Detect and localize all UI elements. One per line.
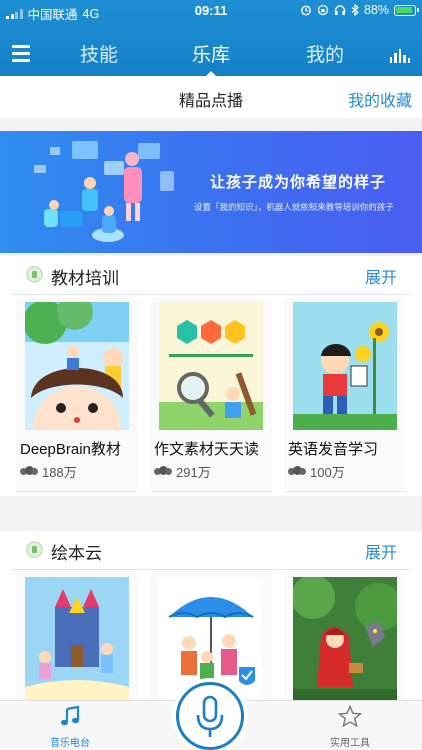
tab-label: 音乐电台 bbox=[50, 738, 90, 749]
section-title: 绘本云 bbox=[51, 544, 102, 563]
section-picture-books: 绘本云 展开 bbox=[0, 531, 422, 750]
my-favorites-link[interactable]: 我的收藏 bbox=[348, 87, 412, 111]
equalizer-icon[interactable] bbox=[389, 49, 410, 63]
tab-tools[interactable]: 实用工具 bbox=[308, 704, 392, 749]
card-divider bbox=[284, 491, 406, 492]
section-title: 教材培训 bbox=[51, 269, 119, 288]
tab-mine[interactable]: 我的 bbox=[306, 40, 344, 67]
album-cover bbox=[293, 577, 397, 705]
play-count: 188万 bbox=[20, 462, 138, 481]
section-icon bbox=[26, 266, 43, 283]
play-count-value: 100万 bbox=[310, 465, 345, 480]
album-card[interactable]: DeepBrain教材 188万 bbox=[16, 302, 138, 492]
album-cover bbox=[25, 302, 129, 430]
rotation-lock-icon bbox=[317, 4, 329, 16]
tab-skills[interactable]: 技能 bbox=[80, 40, 118, 67]
banner-headline: 让孩子成为你希望的样子 bbox=[210, 174, 387, 191]
status-bar: 中国联通 4G 09:11 88% bbox=[0, 0, 422, 22]
expand-link[interactable]: 展开 bbox=[365, 539, 397, 563]
listeners-icon bbox=[154, 466, 172, 477]
music-note-icon bbox=[61, 705, 80, 726]
alarm-icon bbox=[301, 5, 311, 16]
microphone-icon bbox=[196, 695, 224, 737]
album-cover bbox=[159, 302, 263, 430]
section-header: 教材培训 展开 bbox=[0, 256, 422, 294]
divider bbox=[12, 294, 410, 295]
tab-label: 实用工具 bbox=[330, 738, 370, 749]
section-header: 绘本云 展开 bbox=[0, 531, 422, 569]
banner-illustration bbox=[34, 141, 174, 242]
play-count-value: 291万 bbox=[176, 465, 211, 480]
battery-label: 88% bbox=[363, 3, 389, 17]
bluetooth-icon bbox=[351, 4, 359, 16]
album-cover bbox=[25, 577, 129, 705]
play-count-value: 188万 bbox=[42, 465, 77, 480]
album-card[interactable]: 作文素材天天读 291万 bbox=[150, 302, 272, 492]
listeners-icon bbox=[288, 466, 306, 477]
banner-subtitle: 设置「我的知识」，机器人就依照来教导培训你的孩子 bbox=[194, 202, 394, 212]
album-cover bbox=[293, 302, 397, 430]
album-title: 作文素材天天读 bbox=[154, 441, 260, 458]
section-icon bbox=[26, 541, 43, 558]
expand-link[interactable]: 展开 bbox=[365, 264, 397, 288]
play-count: 291万 bbox=[154, 462, 272, 481]
album-card[interactable]: 英语发音学习 100万 bbox=[284, 302, 406, 492]
card-divider bbox=[150, 491, 272, 492]
play-count: 100万 bbox=[288, 462, 406, 481]
headphones-icon bbox=[334, 5, 346, 15]
divider bbox=[12, 569, 410, 570]
battery-icon bbox=[394, 4, 419, 16]
promo-banner[interactable]: 让孩子成为你希望的样子 设置「我的知识」，机器人就依照来教导培训你的孩子 bbox=[0, 131, 422, 253]
main-nav: 技能 乐库 我的 bbox=[0, 34, 422, 72]
album-card[interactable] bbox=[284, 577, 406, 705]
star-icon bbox=[337, 704, 363, 728]
top-header: 中国联通 4G 09:11 88% 技能 乐库 我的 bbox=[0, 0, 422, 76]
card-divider bbox=[16, 491, 138, 492]
album-card[interactable] bbox=[16, 577, 138, 705]
album-title: DeepBrain教材 bbox=[20, 441, 121, 458]
listeners-icon bbox=[20, 466, 38, 477]
tab-music-radio[interactable]: 音乐电台 bbox=[28, 705, 112, 749]
album-title: 英语发音学习 bbox=[288, 441, 379, 458]
section-textbook: 教材培训 展开 DeepBrain教材 188万 作文素材天天读 291万 英语… bbox=[0, 256, 422, 496]
sub-header: 精品点播 我的收藏 bbox=[0, 76, 422, 118]
tab-music-library[interactable]: 乐库 bbox=[192, 40, 230, 67]
menu-icon[interactable] bbox=[12, 45, 30, 62]
voice-button[interactable] bbox=[176, 682, 244, 750]
